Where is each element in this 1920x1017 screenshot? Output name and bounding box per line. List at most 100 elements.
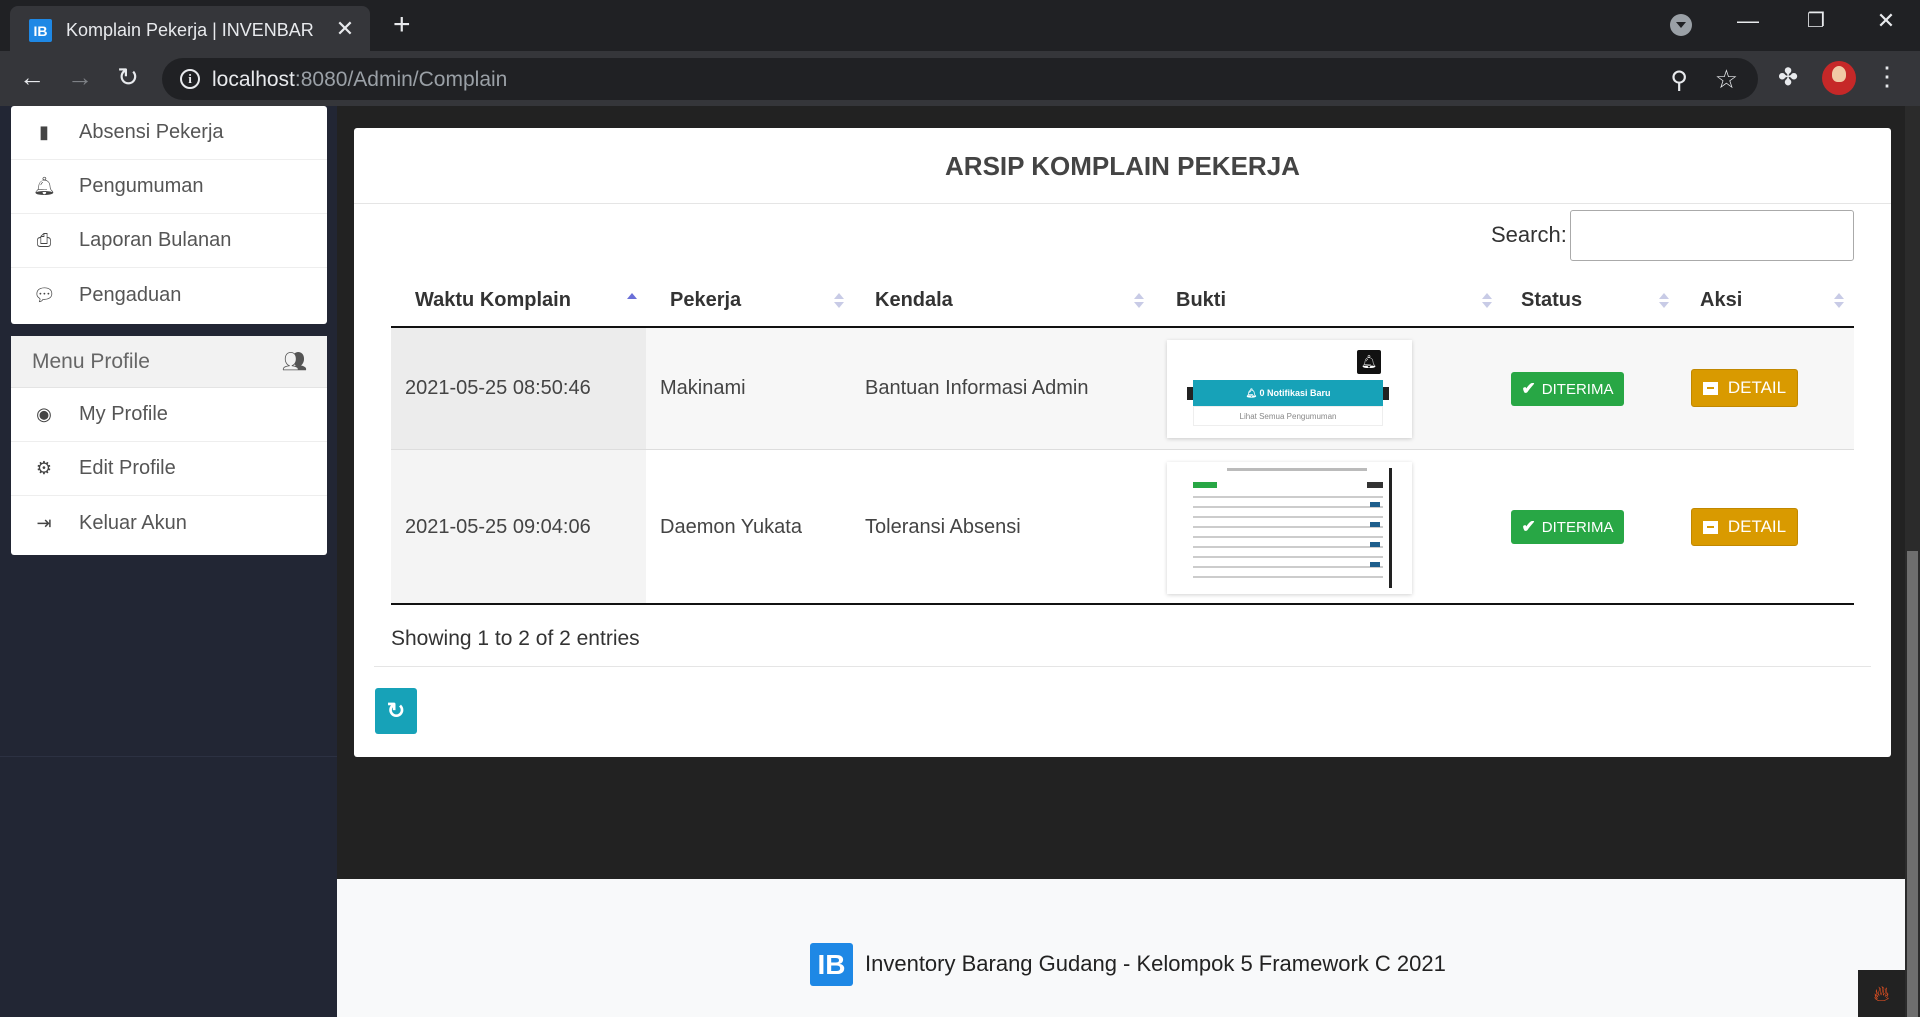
card-divider — [374, 666, 1871, 667]
footer-text: Inventory Barang Gudang - Kelompok 5 Fra… — [865, 951, 1446, 976]
sidebar-item-pengumuman[interactable]: 🔔︎ Pengumuman — [11, 160, 327, 214]
new-tab-icon[interactable]: + — [393, 10, 411, 40]
site-info-icon[interactable]: i — [180, 69, 200, 89]
column-header-label: Waktu Komplain — [415, 289, 571, 311]
bookmark-star-icon[interactable]: ☆ — [1715, 64, 1738, 95]
column-header-bukti[interactable]: Bukti — [1176, 273, 1226, 328]
zoom-icon[interactable]: ⚲ — [1670, 66, 1688, 95]
restore-icon[interactable]: ❐ — [1796, 8, 1836, 33]
bukti-thumbnail[interactable]: 🔔︎ 🔔︎ 0 Notifikasi Baru Lihat Semua Peng… — [1167, 340, 1412, 438]
thumb-decoration — [1389, 468, 1392, 588]
sidebar-profile-menu: Menu Profile 👥︎ ◉ My Profile ⚙ Edit Prof… — [11, 336, 327, 555]
refresh-icon: ↻ — [386, 698, 406, 723]
column-header-label: Pekerja — [670, 289, 742, 311]
sidebar-item-absensi[interactable]: ▮ Absensi Pekerja — [11, 106, 327, 160]
tab-close-icon[interactable]: ✕ — [332, 16, 358, 42]
sidebar-item-label: Pengaduan — [79, 283, 182, 306]
sidebar-item-logout[interactable]: ⇥ Keluar Akun — [11, 496, 327, 550]
sort-icon[interactable] — [1834, 293, 1844, 309]
sort-icon[interactable] — [1134, 293, 1144, 309]
sort-icon[interactable] — [834, 293, 844, 309]
thumb-decoration — [1370, 522, 1380, 527]
minimize-icon[interactable]: — — [1728, 8, 1768, 34]
column-header-pekerja[interactable]: Pekerja — [670, 273, 741, 328]
column-header-label: Aksi — [1700, 289, 1743, 311]
search-input[interactable] — [1570, 210, 1854, 261]
column-header-label: Bukti — [1176, 289, 1226, 311]
cell-pekerja: Daemon Yukata — [660, 516, 802, 538]
sort-icon[interactable] — [1659, 293, 1669, 309]
footer-logo: IB — [810, 943, 853, 986]
flame-icon[interactable]: 🔥︎ — [1858, 970, 1905, 1017]
thumb-decoration — [1370, 502, 1380, 507]
sidebar-main-menu: ▮ Absensi Pekerja 🔔︎ Pengumuman ⎙ Lapora… — [11, 106, 327, 324]
reload-icon[interactable]: ↻ — [110, 62, 146, 93]
tab-title: Komplain Pekerja | INVENBAR — [66, 20, 314, 40]
browser-tab[interactable]: IB Komplain Pekerja | INVENBAR ✕ — [10, 6, 370, 51]
table-header: Waktu Komplain Pekerja Kendala Bukti Sta… — [391, 273, 1854, 328]
thumb-decoration — [1193, 576, 1383, 578]
page-footer: IB Inventory Barang Gudang - Kelompok 5 … — [337, 879, 1905, 1017]
complaint-archive-card: ARSIP KOMPLAIN PEKERJA Search: Waktu Kom… — [354, 128, 1891, 757]
column-header-aksi[interactable]: Aksi — [1700, 273, 1742, 328]
sidebar-item-laporan[interactable]: ⎙ Laporan Bulanan — [11, 214, 327, 268]
thumb-link-text: Lihat Semua Pengumuman — [1193, 406, 1383, 426]
search-label: Search: — [1491, 222, 1567, 247]
thumb-decoration — [1193, 516, 1383, 518]
column-header-kendala[interactable]: Kendala — [875, 273, 953, 328]
sidebar-divider — [0, 756, 337, 757]
forward-icon[interactable]: → — [62, 62, 98, 93]
users-icon: 👥︎ — [281, 351, 307, 373]
sort-asc-icon[interactable] — [627, 293, 637, 309]
url-path: :8080/Admin/Complain — [294, 68, 508, 91]
back-icon[interactable]: ← — [14, 62, 50, 93]
bukti-thumbnail[interactable] — [1167, 462, 1412, 594]
sidebar-item-pengaduan[interactable]: 💬︎ Pengaduan — [11, 268, 327, 322]
column-header-label: Status — [1521, 289, 1583, 311]
archive-icon — [1702, 520, 1718, 534]
table-info: Showing 1 to 2 of 2 entries — [391, 627, 640, 650]
sidebar-item-label: Absensi Pekerja — [79, 121, 224, 143]
thumb-decoration — [1193, 556, 1383, 558]
status-badge-label: DITERIMA — [1541, 518, 1614, 536]
window-close-icon[interactable]: ✕ — [1866, 8, 1906, 34]
cell-waktu: 2021-05-25 08:50:46 — [405, 377, 591, 399]
sidebar-item-label: Pengumuman — [79, 175, 204, 197]
thumb-decoration — [1370, 542, 1380, 547]
thumb-decoration — [1193, 496, 1383, 498]
sort-icon[interactable] — [1482, 293, 1492, 309]
clipboard-icon: ▮ — [39, 122, 49, 142]
refresh-button[interactable]: ↻ — [375, 688, 417, 734]
url-text[interactable]: localhost:8080/Admin/Complain — [212, 68, 507, 92]
cell-kendala: Bantuan Informasi Admin — [865, 377, 1089, 399]
cell-kendala: Toleransi Absensi — [865, 516, 1021, 538]
tab-search-icon[interactable] — [1670, 14, 1692, 36]
extensions-icon[interactable]: ✤ — [1778, 63, 1798, 92]
print-icon: ⎙ — [36, 230, 52, 250]
browser-menu-icon[interactable]: ⋮ — [1874, 61, 1900, 92]
sidebar-item-label: Keluar Akun — [79, 511, 187, 534]
bell-icon: 🔔︎ — [1357, 350, 1381, 374]
page-title: ARSIP KOMPLAIN PEKERJA — [354, 128, 1891, 204]
profile-avatar[interactable] — [1822, 61, 1856, 95]
column-header-label: Kendala — [875, 289, 953, 311]
sidebar: ▮ Absensi Pekerja 🔔︎ Pengumuman ⎙ Lapora… — [0, 106, 337, 1017]
sidebar-item-edit-profile[interactable]: ⚙ Edit Profile — [11, 442, 327, 496]
url-host: localhost — [212, 68, 295, 91]
page-scrollbar[interactable] — [1905, 106, 1920, 1017]
comment-icon: 💬︎ — [33, 284, 56, 305]
column-header-waktu[interactable]: Waktu Komplain — [415, 273, 571, 328]
tab-favicon-icon: IB — [29, 19, 52, 42]
column-header-status[interactable]: Status — [1521, 273, 1582, 328]
detail-button[interactable]: DETAIL — [1691, 369, 1798, 407]
browser-tab-bar: IB Komplain Pekerja | INVENBAR ✕ + — ❐ ✕ — [0, 0, 1920, 51]
detail-button[interactable]: DETAIL — [1691, 508, 1798, 546]
address-bar[interactable]: i localhost:8080/Admin/Complain ⚲ ☆ — [162, 58, 1758, 100]
thumb-decoration — [1193, 526, 1383, 528]
status-badge: ✔ DITERIMA — [1511, 510, 1624, 544]
scrollbar-thumb[interactable] — [1907, 551, 1918, 1017]
sidebar-item-my-profile[interactable]: ◉ My Profile — [11, 388, 327, 442]
detail-button-label: DETAIL — [1727, 517, 1787, 536]
bell-icon: 🔔︎ — [33, 176, 56, 196]
thumb-decoration — [1193, 506, 1383, 508]
